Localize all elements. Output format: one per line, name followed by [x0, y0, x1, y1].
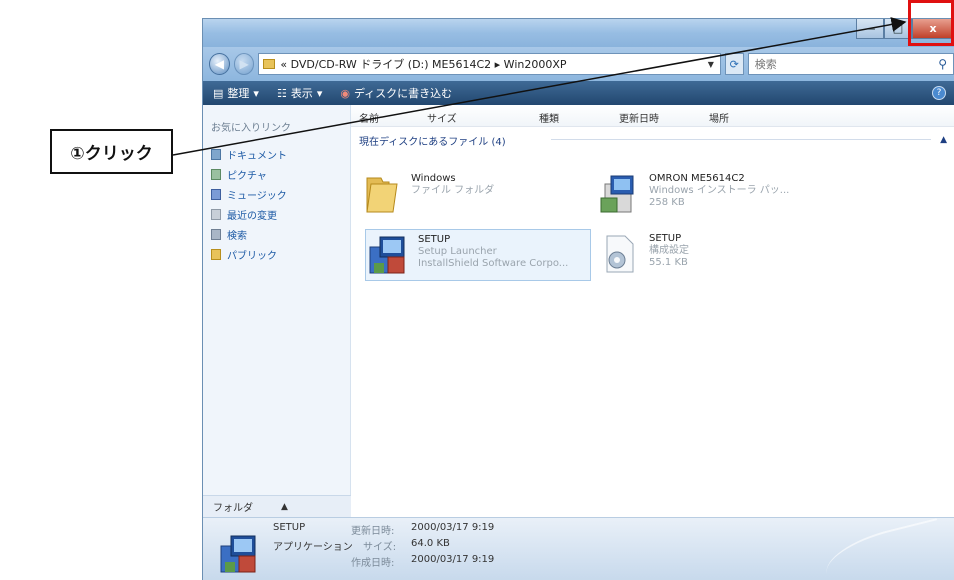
annotation-arrow: [172, 17, 907, 156]
